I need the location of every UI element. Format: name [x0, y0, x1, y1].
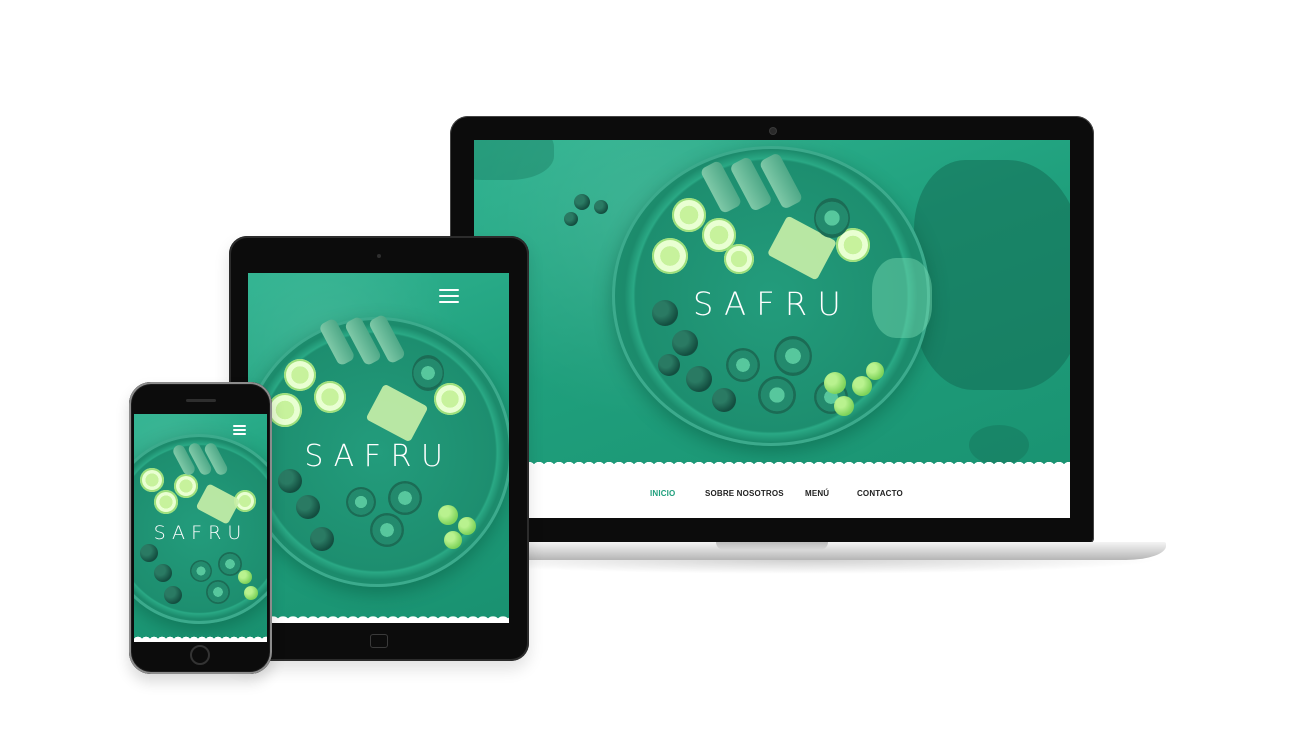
nav-inicio[interactable]: INICIO [650, 489, 675, 498]
olive [458, 517, 476, 535]
laptop-shadow [440, 560, 1160, 574]
tablet-camera [377, 254, 381, 258]
grape [658, 354, 680, 376]
site-logo: SAFRU [692, 285, 852, 323]
scallop-edge [474, 460, 1070, 468]
fig [388, 481, 422, 515]
egg-slice [140, 468, 164, 492]
site-logo: SAFRU [304, 439, 453, 474]
olive [866, 362, 884, 380]
fig [814, 198, 850, 238]
cup [474, 140, 554, 180]
fig [774, 336, 812, 376]
fig [206, 580, 230, 604]
fig [346, 487, 376, 517]
grape [672, 330, 698, 356]
site-navbar: INICIO SOBRE NOSOTROS MENÚ CONTACTO [474, 460, 1070, 518]
olive [824, 372, 846, 394]
fig [370, 513, 404, 547]
egg-slice [154, 490, 178, 514]
egg-slice [268, 393, 302, 427]
site-logo: SAFRU [153, 522, 248, 544]
scallop-edge [248, 614, 509, 623]
phone-speaker [186, 399, 216, 402]
egg-slice [174, 474, 198, 498]
grape [154, 564, 172, 582]
grape [164, 586, 182, 604]
olive [438, 505, 458, 525]
laptop-notch [716, 542, 828, 550]
olive [444, 531, 462, 549]
napkin [914, 160, 1070, 390]
fig [412, 355, 444, 391]
bowl [969, 425, 1029, 465]
grape [686, 366, 712, 392]
laptop-camera [770, 128, 776, 134]
fig [758, 376, 796, 414]
laptop-screen: SAFRU INICIO SOBRE NOSOTROS MENÚ CONTACT… [474, 140, 1070, 518]
olive [852, 376, 872, 396]
olive [834, 396, 854, 416]
nav-contacto[interactable]: CONTACTO [857, 489, 903, 498]
nav-sobre-nosotros[interactable]: SOBRE NOSOTROS [705, 489, 784, 498]
egg-slice [652, 238, 688, 274]
nav-menu[interactable]: MENÚ [805, 489, 829, 498]
hamburger-menu-icon[interactable] [439, 289, 459, 303]
egg-slice [434, 383, 466, 415]
egg-slice [672, 198, 706, 232]
egg-slice [284, 359, 316, 391]
olive [238, 570, 252, 584]
grape [296, 495, 320, 519]
phone-home-button [190, 645, 210, 665]
tablet-home-button [370, 634, 388, 648]
phone-screen: SAFRU [134, 414, 267, 642]
grape [594, 200, 608, 214]
egg-slice [314, 381, 346, 413]
fig [726, 348, 760, 382]
tablet-screen: SAFRU [248, 273, 509, 623]
grape [310, 527, 334, 551]
olive [244, 586, 258, 600]
grape [712, 388, 736, 412]
hamburger-menu-icon[interactable] [233, 425, 246, 435]
scallop-edge [134, 635, 267, 642]
grape [564, 212, 578, 226]
fig [190, 560, 212, 582]
grape [574, 194, 590, 210]
egg-slice [724, 244, 754, 274]
grape [140, 544, 158, 562]
